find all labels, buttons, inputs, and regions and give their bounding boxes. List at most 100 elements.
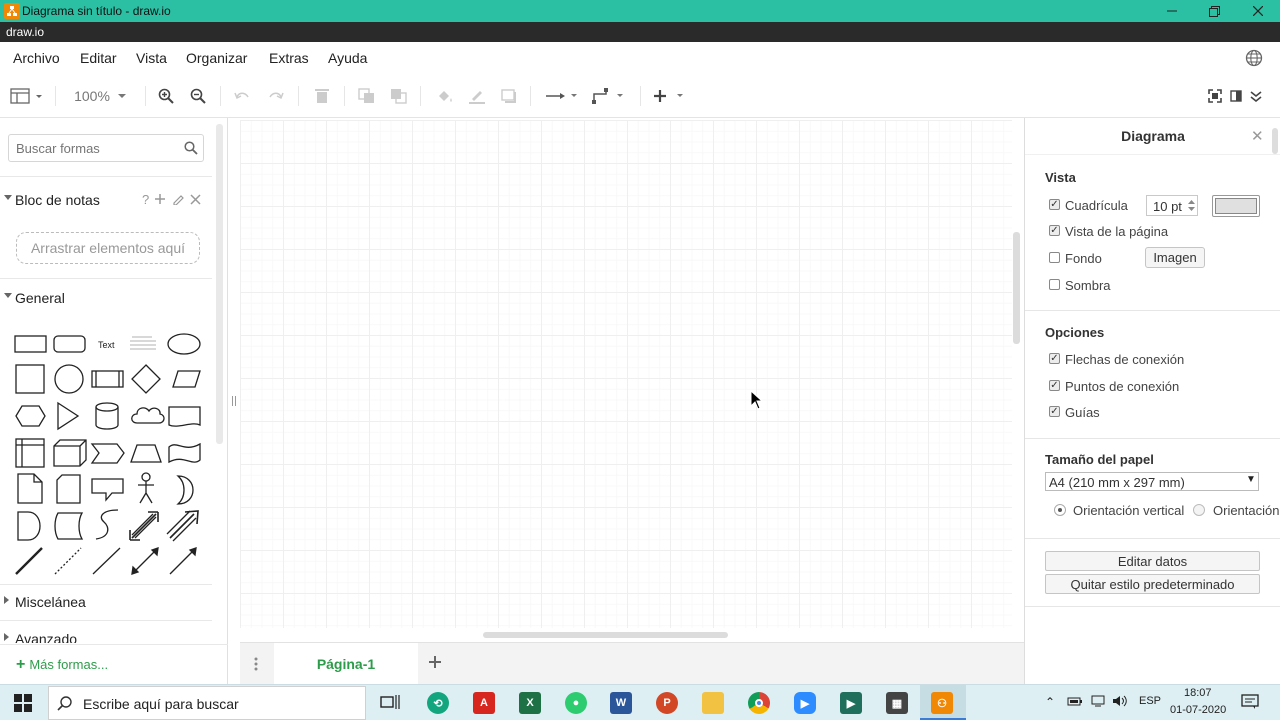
close-icon[interactable] (190, 192, 201, 208)
shape-curve[interactable] (95, 509, 119, 540)
shape-search-box[interactable] (8, 134, 204, 162)
landscape-radio[interactable] (1193, 504, 1205, 516)
shape-cylinder[interactable] (95, 402, 119, 430)
shape-document[interactable] (168, 406, 201, 427)
shape-callout[interactable] (91, 478, 124, 502)
network-icon[interactable] (1090, 695, 1106, 710)
connection-style-dropdown[interactable] (543, 86, 581, 106)
shape-delay[interactable] (17, 511, 41, 541)
shape-actor[interactable] (138, 472, 154, 504)
globe-language-icon[interactable] (1245, 49, 1263, 70)
powerpoint-icon[interactable]: P (656, 692, 678, 714)
background-checkbox[interactable] (1049, 252, 1060, 263)
taskbar-search-box[interactable]: Escribe aquí para buscar (48, 686, 366, 720)
shape-bidirectional-arrow[interactable] (129, 511, 159, 541)
shape-line-thick[interactable] (15, 547, 43, 575)
shadow-checkbox[interactable] (1049, 279, 1060, 290)
page-view-checkbox[interactable]: ✓ (1049, 225, 1060, 236)
scratchpad-dropzone[interactable]: Arrastrar elementos aquí (16, 232, 200, 264)
collapse-chevrons-icon[interactable] (1248, 86, 1264, 106)
shape-rectangle[interactable] (14, 335, 47, 353)
redo-icon[interactable] (266, 86, 286, 106)
image-button[interactable]: Imagen (1145, 247, 1205, 268)
close-panel-icon[interactable]: ✕ (1251, 127, 1264, 145)
zoom-dropdown[interactable]: 100% (70, 86, 132, 106)
panel-layout-dropdown[interactable] (8, 86, 46, 106)
shape-step[interactable] (90, 443, 125, 464)
format-panel-toggle-icon[interactable] (1228, 86, 1244, 106)
grid-checkbox[interactable]: ✓ (1049, 199, 1060, 210)
file-explorer-icon[interactable] (702, 692, 724, 714)
shape-text[interactable]: Text (98, 340, 115, 350)
volume-icon[interactable] (1112, 695, 1128, 710)
add-icon[interactable] (154, 192, 166, 208)
shape-or[interactable] (176, 475, 194, 505)
sidebar-scrollbar[interactable] (216, 124, 223, 444)
diagram-canvas[interactable] (240, 120, 1012, 628)
chrome-icon[interactable] (748, 692, 770, 714)
shape-rounded-rectangle[interactable] (53, 335, 86, 353)
shape-diamond[interactable] (131, 364, 161, 394)
shape-directional-connector[interactable] (169, 547, 197, 575)
shape-triangle[interactable] (57, 401, 80, 431)
insert-dropdown[interactable] (652, 86, 688, 106)
advanced-header[interactable]: Avanzado (0, 629, 212, 643)
shape-cloud[interactable] (131, 407, 165, 424)
menu-editar[interactable]: Editar (80, 50, 117, 66)
shape-ellipse[interactable] (167, 333, 201, 355)
canvas-vertical-scrollbar[interactable] (1013, 232, 1020, 344)
excel-icon[interactable]: X (519, 692, 541, 714)
drawio-active-taskbar-icon[interactable]: ⚇ (931, 692, 953, 714)
waypoints-dropdown[interactable] (591, 86, 629, 106)
connection-points-checkbox[interactable]: ✓ (1049, 380, 1060, 391)
shape-process[interactable] (91, 370, 124, 388)
shape-card[interactable] (56, 474, 81, 504)
menu-vista[interactable]: Vista (136, 50, 167, 66)
menu-organizar[interactable]: Organizar (186, 50, 247, 66)
zoom-in-icon[interactable] (156, 86, 176, 106)
shape-internal-storage[interactable] (15, 438, 45, 468)
chat-app-icon[interactable]: ● (565, 692, 587, 714)
paper-size-select[interactable]: A4 (210 mm x 297 mm) ▼ (1045, 472, 1259, 491)
clear-default-style-button[interactable]: Quitar estilo predeterminado (1045, 574, 1260, 594)
drawio-taskbar-icon[interactable]: ⟲ (427, 692, 449, 714)
search-icon[interactable] (184, 141, 198, 158)
delete-icon[interactable] (312, 86, 332, 106)
page-tab-active[interactable]: Página-1 (274, 643, 418, 684)
misc-header[interactable]: Miscelánea (0, 592, 212, 612)
grid-size-stepper[interactable]: 10 pt (1146, 195, 1198, 216)
menu-extras[interactable]: Extras (269, 50, 309, 66)
undo-icon[interactable] (232, 86, 252, 106)
shape-trapezoid[interactable] (130, 444, 162, 463)
shape-bidirectional-connector[interactable] (131, 547, 159, 575)
format-panel-scrollbar[interactable] (1272, 128, 1278, 154)
shape-square[interactable] (15, 364, 45, 394)
shape-tape[interactable] (168, 442, 201, 464)
store-icon[interactable]: ▦ (886, 692, 908, 714)
grid-color-picker[interactable] (1212, 195, 1260, 217)
scratchpad-header[interactable]: Bloc de notas ? (0, 190, 212, 210)
to-back-icon[interactable] (388, 86, 410, 106)
menu-archivo[interactable]: Archivo (13, 50, 60, 66)
more-shapes-button[interactable]: + Más formas... (16, 656, 108, 674)
shape-textbox[interactable] (130, 336, 156, 350)
line-color-icon[interactable] (466, 86, 488, 106)
close-window-button[interactable] (1236, 1, 1280, 21)
clock-time[interactable]: 18:07 (1184, 687, 1212, 699)
guides-checkbox[interactable]: ✓ (1049, 406, 1060, 417)
edit-pencil-icon[interactable] (172, 192, 184, 208)
shape-parallelogram[interactable] (172, 370, 201, 388)
edit-data-button[interactable]: Editar datos (1045, 551, 1260, 571)
word-icon[interactable]: W (610, 692, 632, 714)
battery-icon[interactable] (1067, 695, 1083, 710)
shape-cube[interactable] (53, 439, 87, 467)
splitter-grip-icon[interactable] (232, 396, 236, 406)
connection-arrows-checkbox[interactable]: ✓ (1049, 353, 1060, 364)
shape-note[interactable] (17, 473, 43, 504)
menu-ayuda[interactable]: Ayuda (328, 50, 367, 66)
minimize-button[interactable] (1150, 1, 1194, 21)
shadow-icon[interactable] (498, 86, 520, 106)
general-header[interactable]: General (0, 288, 212, 308)
tray-expand-icon[interactable]: ⌃ (1045, 695, 1055, 709)
shape-arrow[interactable] (166, 510, 199, 542)
